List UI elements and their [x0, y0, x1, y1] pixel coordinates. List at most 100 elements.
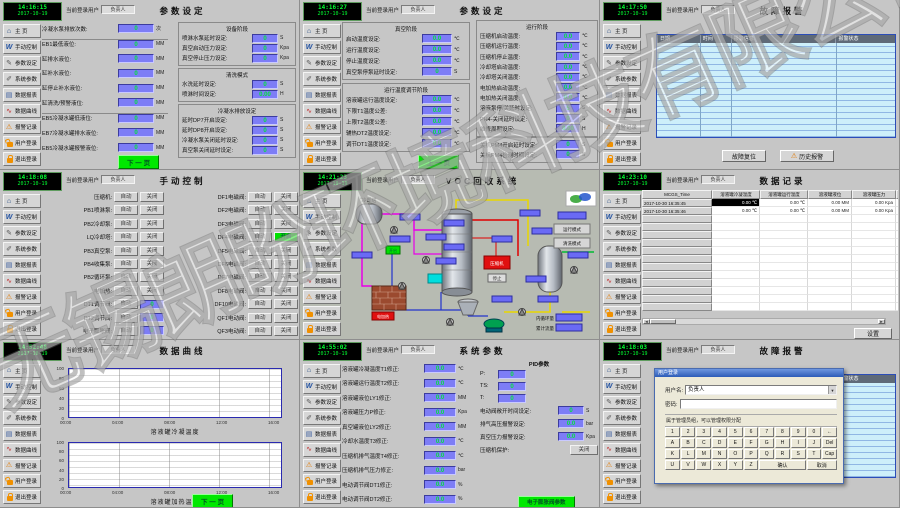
value-box[interactable]: 0: [252, 136, 278, 145]
value-box[interactable]: 0.0: [556, 52, 580, 61]
heater[interactable]: 电加热: [372, 286, 406, 320]
value-box[interactable]: 0: [252, 54, 278, 63]
sidebar-item-trend[interactable]: ∿数据曲线: [3, 104, 41, 118]
confirm-button[interactable]: 确认: [759, 460, 805, 470]
state-button[interactable]: 关闭: [140, 246, 164, 256]
value-box[interactable]: 0: [556, 140, 580, 149]
value-box[interactable]: 0: [118, 69, 154, 78]
sidebar-item-logout[interactable]: 退出登录: [603, 490, 641, 504]
sidebar-item-trend[interactable]: ∿数据曲线: [303, 443, 341, 457]
state-button[interactable]: 关闭: [274, 219, 298, 229]
sidebar-item-alarm[interactable]: ⚠报警记录: [3, 120, 41, 134]
key-V[interactable]: V: [681, 460, 696, 470]
key-Q[interactable]: Q: [759, 449, 774, 459]
mode-button[interactable]: 自动: [114, 219, 138, 229]
key-←[interactable]: ←: [822, 427, 837, 437]
key-A[interactable]: A: [665, 438, 680, 448]
sidebar-item-home[interactable]: ⌂主 页: [603, 364, 641, 378]
scroll-thumb[interactable]: [650, 319, 676, 324]
mode-button[interactable]: 自动: [114, 286, 138, 296]
value-box[interactable]: 0: [252, 126, 278, 135]
state-value-box[interactable]: 0: [140, 300, 164, 309]
key-F[interactable]: F: [744, 438, 759, 448]
key-S[interactable]: S: [791, 449, 806, 459]
sidebar-item-manual[interactable]: W手动控制: [603, 40, 641, 54]
key-Y[interactable]: Y: [728, 460, 743, 470]
state-button[interactable]: 关闭: [274, 246, 298, 256]
sidebar-item-params[interactable]: ✎参数设定: [303, 56, 341, 70]
value-box[interactable]: 0: [118, 143, 154, 152]
sidebar-item-login[interactable]: 用户登录: [303, 474, 341, 488]
key-M[interactable]: M: [696, 449, 711, 459]
sidebar-item-system[interactable]: ✐系统参数: [303, 411, 341, 425]
value-box[interactable]: 0: [252, 80, 278, 89]
sidebar-item-login[interactable]: 用户登录: [603, 474, 641, 488]
sidebar-item-manual[interactable]: W手动控制: [303, 40, 341, 54]
value-box[interactable]: 0.0: [424, 422, 456, 431]
sidebar-item-alarm[interactable]: ⚠报警记录: [3, 459, 41, 473]
sidebar-item-alarm[interactable]: ⚠报警记录: [303, 290, 341, 304]
sidebar-item-report[interactable]: ▤数据报表: [603, 258, 641, 272]
mode-button[interactable]: 自动: [248, 259, 272, 269]
sidebar-item-system[interactable]: ✐系统参数: [603, 411, 641, 425]
sidebar-item-home[interactable]: ⌂主 页: [3, 364, 41, 378]
sidebar-item-logout[interactable]: 退出登录: [3, 152, 41, 166]
state-button[interactable]: 关闭: [274, 192, 298, 202]
sidebar-item-params[interactable]: ✎参数设定: [603, 396, 641, 410]
sidebar-item-system[interactable]: ✐系统参数: [303, 242, 341, 256]
state-button[interactable]: 关闭: [274, 326, 298, 336]
sidebar-item-logout[interactable]: 退出登录: [303, 152, 341, 166]
value-box[interactable]: 0.0: [424, 393, 456, 402]
sidebar-item-report[interactable]: ▤数据报表: [303, 258, 341, 272]
key-4[interactable]: 4: [712, 427, 727, 437]
sidebar-item-trend[interactable]: ∿数据曲线: [603, 104, 641, 118]
value-box[interactable]: 0.0: [422, 117, 452, 126]
records-column-header[interactable]: 溶液罐冷凝温度: [712, 190, 760, 199]
mode-button[interactable]: 自动: [114, 246, 138, 256]
next-page-button[interactable]: 下 一 页: [118, 155, 159, 169]
sidebar-item-manual[interactable]: W手动控制: [303, 380, 341, 394]
value-box[interactable]: 0.0: [422, 106, 452, 115]
key-R[interactable]: R: [775, 449, 790, 459]
sidebar-item-login[interactable]: 用户登录: [603, 136, 641, 150]
expansion-valve-params-button[interactable]: 电子膨胀阀参数: [518, 496, 575, 508]
value-box[interactable]: 0.0: [422, 34, 452, 43]
state-button[interactable]: 开启: [274, 232, 298, 242]
mode-button[interactable]: 自动: [248, 232, 272, 242]
state-button[interactable]: 关闭: [274, 299, 298, 309]
sidebar-item-params[interactable]: ✎参数设定: [603, 56, 641, 70]
sidebar-item-manual[interactable]: W手动控制: [3, 380, 41, 394]
mode-button[interactable]: 自动: [114, 299, 138, 309]
value-box[interactable]: 0: [556, 114, 580, 123]
horizontal-scrollbar[interactable]: ◄►: [642, 318, 886, 325]
sidebar-item-logout[interactable]: 退出登录: [303, 490, 341, 504]
key-2[interactable]: 2: [681, 427, 696, 437]
value-box[interactable]: 0: [118, 84, 154, 93]
value-box[interactable]: 0.0: [422, 128, 452, 137]
sidebar-item-home[interactable]: ⌂主 页: [603, 24, 641, 38]
state-button[interactable]: 关闭: [274, 272, 298, 282]
value-box[interactable]: 0.0: [556, 83, 580, 92]
key-J[interactable]: J: [807, 438, 822, 448]
key-9[interactable]: 9: [791, 427, 806, 437]
key-X[interactable]: X: [712, 460, 727, 470]
history-alarm-button[interactable]: ⚠历史报警: [780, 150, 834, 162]
sidebar-item-trend[interactable]: ∿数据曲线: [303, 274, 341, 288]
value-box[interactable]: 0.0: [424, 451, 456, 460]
mode-button[interactable]: 自动: [248, 272, 272, 282]
value-box[interactable]: 0: [498, 394, 526, 403]
state-button[interactable]: 关闭: [140, 272, 164, 282]
value-box[interactable]: 0.0: [556, 63, 580, 72]
sidebar-item-alarm[interactable]: ⚠报警记录: [3, 290, 41, 304]
key-H[interactable]: H: [775, 438, 790, 448]
value-box[interactable]: 0.00: [252, 90, 278, 99]
value-box[interactable]: 0: [556, 150, 580, 159]
sidebar-item-trend[interactable]: ∿数据曲线: [3, 274, 41, 288]
sidebar-item-logout[interactable]: 退出登录: [3, 490, 41, 504]
records-column-header[interactable]: 压缩机: [896, 190, 898, 199]
key-K[interactable]: K: [665, 449, 680, 459]
sidebar-item-manual[interactable]: W手动控制: [603, 380, 641, 394]
fault-reset-button[interactable]: 故障复位: [722, 150, 766, 162]
mode-button[interactable]: 自动: [248, 299, 272, 309]
sidebar-item-login[interactable]: 用户登录: [3, 136, 41, 150]
